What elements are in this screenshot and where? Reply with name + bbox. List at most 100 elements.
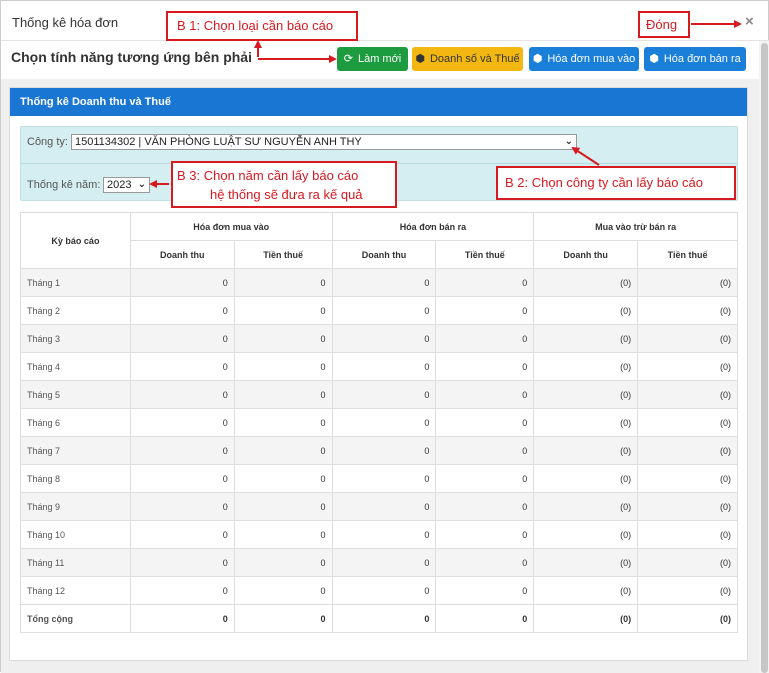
table-cell: 0 [331, 492, 437, 521]
table-cell: 0 [233, 296, 333, 325]
table-cell: 0 [435, 576, 535, 605]
total-cell: (0) [533, 604, 639, 633]
table-cell: 0 [331, 268, 437, 297]
total-cell: 0 [233, 604, 333, 633]
row-label: Tháng 9 [20, 492, 131, 521]
table-cell: 0 [331, 324, 437, 353]
table-cell: 0 [331, 464, 437, 493]
table-cell: 0 [435, 408, 535, 437]
report-dialog: Thống kê hóa đơn × Chọn tính năng tương … [0, 0, 769, 673]
table-cell: (0) [637, 352, 738, 381]
row-label: Tháng 6 [20, 408, 131, 437]
table-row: Tháng 11 0 0 0 0 (0) (0) [20, 548, 738, 577]
table-cell: 0 [129, 492, 235, 521]
table-cell: 0 [435, 352, 535, 381]
total-cell: 0 [435, 604, 535, 633]
row-label: Tháng 3 [20, 324, 131, 353]
table-cell: (0) [637, 380, 738, 409]
purchase-invoices-button[interactable]: ⬢ Hóa đơn mua vào [529, 47, 639, 71]
row-label: Tháng 8 [20, 464, 131, 493]
table-cell: (0) [533, 520, 639, 549]
annotation-step3-line1: B 3: Chọn năm cần lấy báo cáo [177, 168, 359, 183]
scrollbar-thumb[interactable] [761, 43, 768, 673]
table-cell: 0 [233, 324, 333, 353]
company-select[interactable]: 1501134302 | VĂN PHÒNG LUẬT SƯ NGUYỄN AN… [71, 134, 577, 150]
table-cell: (0) [637, 268, 738, 297]
table-cell: (0) [533, 436, 639, 465]
table-cell: 0 [233, 352, 333, 381]
table-cell: (0) [533, 352, 639, 381]
table-cell: (0) [533, 380, 639, 409]
table-cell: 0 [233, 492, 333, 521]
col-header-revenue: Doanh thu [533, 240, 639, 269]
table-cell: 0 [435, 492, 535, 521]
table-row: Tháng 8 0 0 0 0 (0) (0) [20, 464, 738, 493]
close-icon[interactable]: × [745, 13, 754, 30]
company-label: Công ty: [27, 136, 68, 148]
annotation-step3-line2: hệ thống sẽ đưa ra kế quả [210, 187, 363, 202]
table-cell: (0) [637, 576, 738, 605]
annotation-step2: B 2: Chọn công ty cần lấy báo cáo [496, 166, 736, 200]
table-cell: 0 [435, 324, 535, 353]
table-cell: 0 [435, 380, 535, 409]
table-cell: (0) [533, 576, 639, 605]
col-header-tax: Tiền thuế [637, 240, 738, 269]
table-row: Tháng 9 0 0 0 0 (0) (0) [20, 492, 738, 521]
table-cell: 0 [435, 296, 535, 325]
report-table-body: Tháng 1 0 0 0 0 (0) (0) Tháng 2 0 0 0 0 (0) (0) Tháng … [20, 268, 738, 633]
table-cell: 0 [435, 268, 535, 297]
table-cell: 0 [129, 576, 235, 605]
table-row: Tháng 4 0 0 0 0 (0) (0) [20, 352, 738, 381]
total-row: Tổng cộng 0 0 0 0 (0) (0) [20, 604, 738, 633]
table-cell: 0 [331, 380, 437, 409]
revenue-tax-button[interactable]: ⬢ Doanh số và Thuế [412, 47, 523, 71]
table-cell: 0 [233, 408, 333, 437]
annotation-step1: B 1: Chọn loại cần báo cáo [166, 11, 358, 41]
table-cell: 0 [233, 268, 333, 297]
row-label: Tháng 4 [20, 352, 131, 381]
table-cell: 0 [331, 548, 437, 577]
col-header-tax: Tiền thuế [233, 240, 333, 269]
box-icon: ⬢ [532, 53, 543, 65]
row-label: Tháng 1 [20, 268, 131, 297]
table-cell: 0 [233, 548, 333, 577]
table-row: Tháng 12 0 0 0 0 (0) (0) [20, 576, 738, 605]
row-label: Tháng 7 [20, 436, 131, 465]
table-row: Tháng 10 0 0 0 0 (0) (0) [20, 520, 738, 549]
group-header-sales: Hóa đơn bán ra [331, 212, 535, 241]
table-cell: (0) [533, 296, 639, 325]
col-header-tax: Tiền thuế [435, 240, 535, 269]
table-cell: 0 [233, 436, 333, 465]
table-cell: 0 [233, 520, 333, 549]
table-cell: (0) [533, 492, 639, 521]
revenue-tax-label: Doanh số và Thuế [429, 53, 520, 65]
refresh-label: Làm mới [357, 53, 402, 65]
table-cell: (0) [533, 548, 639, 577]
year-select[interactable]: 2023 ⌄ [103, 177, 150, 193]
col-header-revenue: Doanh thu [129, 240, 235, 269]
panel-title: Thống kê Doanh thu và Thuế [10, 88, 747, 116]
table-cell: (0) [637, 548, 738, 577]
sales-invoices-button[interactable]: ⬢ Hóa đơn bán ra [644, 47, 746, 71]
purchase-invoices-label: Hóa đơn mua vào [547, 53, 636, 65]
total-cell: 0 [129, 604, 235, 633]
report-table: Kỳ báo cáo Hóa đơn mua vào Hóa đơn bán r… [20, 212, 738, 633]
company-select-value: 1501134302 | VĂN PHÒNG LUẬT SƯ NGUYỄN AN… [75, 136, 362, 148]
feature-subheading: Chọn tính năng tương ứng bên phải [11, 49, 252, 65]
table-row: Tháng 6 0 0 0 0 (0) (0) [20, 408, 738, 437]
table-cell: 0 [331, 352, 437, 381]
table-cell: 0 [435, 436, 535, 465]
vertical-scrollbar[interactable] [759, 41, 769, 673]
col-header-revenue: Doanh thu [331, 240, 437, 269]
table-cell: 0 [331, 576, 437, 605]
refresh-button[interactable]: ⟳ Làm mới [337, 47, 408, 71]
table-cell: (0) [637, 296, 738, 325]
table-cell: 0 [129, 324, 235, 353]
total-label: Tổng cộng [20, 604, 131, 633]
year-label: Thống kê năm: [27, 179, 101, 191]
row-label: Tháng 5 [20, 380, 131, 409]
table-cell: 0 [129, 352, 235, 381]
table-cell: 0 [331, 520, 437, 549]
box-icon: ⬢ [415, 53, 425, 65]
table-cell: (0) [533, 268, 639, 297]
